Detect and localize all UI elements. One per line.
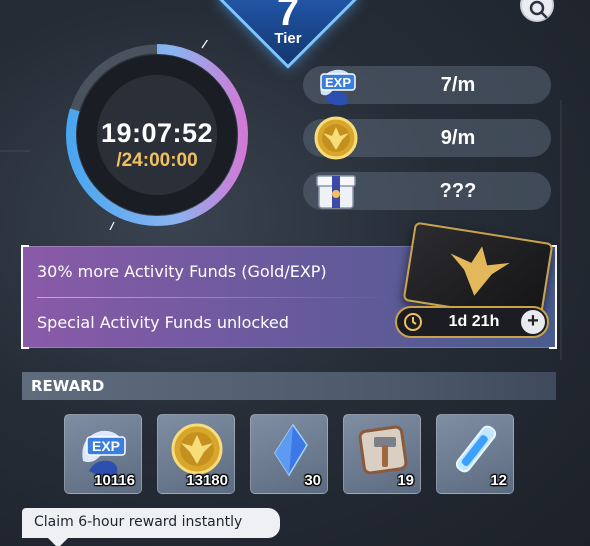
rate-row-gold: 9/m [303, 116, 551, 160]
promo-time-left: 1d 21h [448, 313, 500, 330]
reward-item-exp[interactable]: EXP 10116 [64, 414, 142, 494]
gold-coin-icon [171, 423, 223, 475]
rate-value: ??? [439, 180, 477, 202]
vial-icon [455, 425, 497, 473]
background-line [560, 100, 562, 360]
rate-value: 9/m [440, 127, 476, 149]
divider [37, 297, 397, 298]
gold-coin-icon [314, 116, 358, 160]
reward-item-crystal[interactable]: 30 [250, 414, 328, 494]
promo-timer: 1d 21h + [395, 306, 549, 338]
clock-icon [404, 313, 422, 331]
exp-badge-text: EXP [92, 438, 120, 454]
blue-crystal-icon [274, 423, 308, 477]
rate-row-exp: EXP 7/m [303, 66, 551, 106]
reward-quantity: 12 [490, 472, 507, 489]
reward-quantity: 19 [397, 472, 414, 489]
tooltip-tail [48, 538, 68, 546]
reward-header-label: REWARD [31, 377, 105, 395]
search-icon [529, 0, 548, 19]
background-line [0, 150, 30, 152]
rate-row-box: ??? [303, 172, 551, 210]
reward-quantity: 10116 [94, 472, 135, 489]
gift-box-icon [316, 175, 356, 209]
reward-item-gold[interactable]: 13180 [157, 414, 235, 494]
rate-value: 7/m [440, 74, 476, 96]
bracket-decoration [21, 245, 29, 349]
reward-item-hammer[interactable]: 19 [343, 414, 421, 494]
timer-elapsed: 19:07:52 [100, 118, 214, 148]
search-button[interactable] [520, 0, 554, 22]
promo-line-2: Special Activity Funds unlocked [37, 313, 289, 332]
svg-text:EXP: EXP [325, 75, 351, 90]
add-time-button[interactable]: + [521, 310, 545, 334]
exp-icon: EXP [82, 430, 126, 477]
claim-label: Claim 6-hour reward instantly [34, 514, 243, 530]
hammer-icon [358, 425, 408, 475]
reward-quantity: 13180 [186, 472, 228, 489]
reward-quantity: 30 [304, 472, 321, 489]
claim-instant-button[interactable]: Claim 6-hour reward instantly [22, 508, 280, 546]
activity-timer: 19:07:52 /24:00:00 [62, 35, 252, 235]
exp-icon: EXP [320, 69, 356, 106]
timer-total: /24:00:00 [116, 150, 198, 171]
reward-header: REWARD [22, 372, 556, 400]
reward-item-vial[interactable]: 12 [436, 414, 514, 494]
promo-line-1: 30% more Activity Funds (Gold/EXP) [37, 262, 327, 281]
